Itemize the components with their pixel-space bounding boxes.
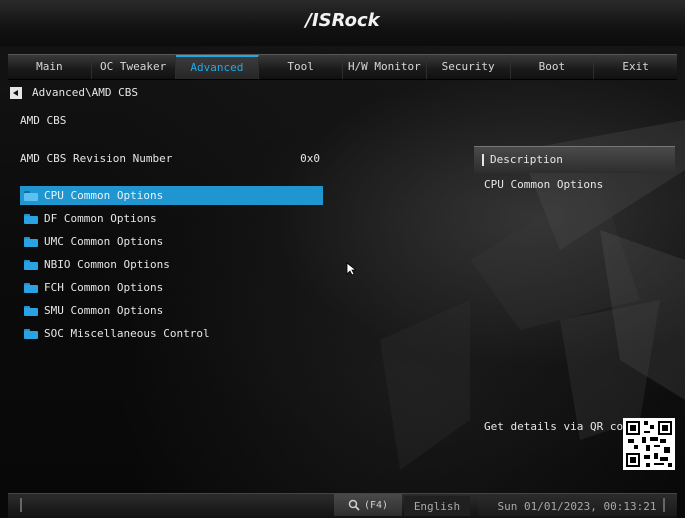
- menu-item-df-common-options[interactable]: DF Common Options: [20, 209, 323, 228]
- menu-item-label: SOC Miscellaneous Control: [44, 327, 210, 340]
- menu-item-smu-common-options[interactable]: SMU Common Options: [20, 301, 323, 320]
- options-menu: CPU Common Options DF Common Options UMC…: [20, 186, 323, 347]
- tab-security[interactable]: Security: [427, 55, 511, 79]
- mouse-cursor-icon: [346, 262, 356, 276]
- menu-item-label: CPU Common Options: [44, 189, 164, 202]
- folder-icon: [24, 305, 38, 316]
- menu-item-cpu-common-options[interactable]: CPU Common Options: [20, 186, 323, 205]
- folder-icon: [24, 328, 38, 339]
- menu-item-fch-common-options[interactable]: FCH Common Options: [20, 278, 323, 297]
- breadcrumb-text: Advanced\AMD CBS: [32, 86, 138, 99]
- header-bar: [482, 154, 484, 166]
- description-text: CPU Common Options: [484, 178, 604, 191]
- back-arrow-icon[interactable]: [10, 86, 22, 99]
- tab-advanced[interactable]: Advanced: [175, 55, 260, 79]
- folder-icon: [24, 236, 38, 247]
- language-button[interactable]: English: [404, 496, 470, 516]
- tab-main[interactable]: Main: [8, 55, 92, 79]
- menu-item-nbio-common-options[interactable]: NBIO Common Options: [20, 255, 323, 274]
- folder-icon: [24, 213, 38, 224]
- date-time: Sun 01/01/2023, 00:13:21: [478, 496, 676, 516]
- breadcrumb: Advanced\AMD CBS: [10, 86, 138, 99]
- folder-icon: [24, 282, 38, 293]
- menu-item-label: SMU Common Options: [44, 304, 164, 317]
- revision-label: AMD CBS Revision Number: [20, 152, 173, 165]
- qr-code-icon: [623, 418, 675, 470]
- revision-row: AMD CBS Revision Number 0x0: [20, 152, 324, 165]
- menu-item-label: NBIO Common Options: [44, 258, 170, 271]
- description-header: Description: [474, 146, 675, 173]
- tab-hw-monitor[interactable]: H/W Monitor: [343, 55, 427, 79]
- search-shortcut: (F4): [363, 499, 389, 511]
- tab-tool[interactable]: Tool: [259, 55, 343, 79]
- revision-value: 0x0: [300, 152, 320, 165]
- asrock-logo: /ISRock: [305, 10, 380, 31]
- menu-item-label: UMC Common Options: [44, 235, 164, 248]
- search-icon: [348, 499, 360, 511]
- footer-bar: (F4) English Sun 01/01/2023, 00:13:21: [8, 493, 677, 518]
- qr-label: Get details via QR code: [484, 420, 637, 433]
- menu-item-soc-miscellaneous-control[interactable]: SOC Miscellaneous Control: [20, 324, 323, 343]
- menu-item-umc-common-options[interactable]: UMC Common Options: [20, 232, 323, 251]
- main-tabs: Main OC Tweaker Advanced Tool H/W Monito…: [8, 54, 677, 80]
- tab-boot[interactable]: Boot: [511, 55, 595, 79]
- footer-right-divider: [663, 498, 665, 512]
- folder-icon: [24, 259, 38, 270]
- folder-icon: [24, 190, 38, 201]
- page-title: AMD CBS: [20, 114, 67, 127]
- tab-exit[interactable]: Exit: [594, 55, 677, 79]
- search-button[interactable]: (F4): [334, 494, 402, 516]
- tab-oc-tweaker[interactable]: OC Tweaker: [92, 55, 176, 79]
- footer-left-divider: [20, 498, 22, 512]
- top-header: /ISRock: [0, 0, 685, 46]
- description-heading: Description: [490, 153, 563, 166]
- menu-item-label: DF Common Options: [44, 212, 157, 225]
- description-panel: Description CPU Common Options Get detai…: [474, 146, 675, 491]
- menu-item-label: FCH Common Options: [44, 281, 164, 294]
